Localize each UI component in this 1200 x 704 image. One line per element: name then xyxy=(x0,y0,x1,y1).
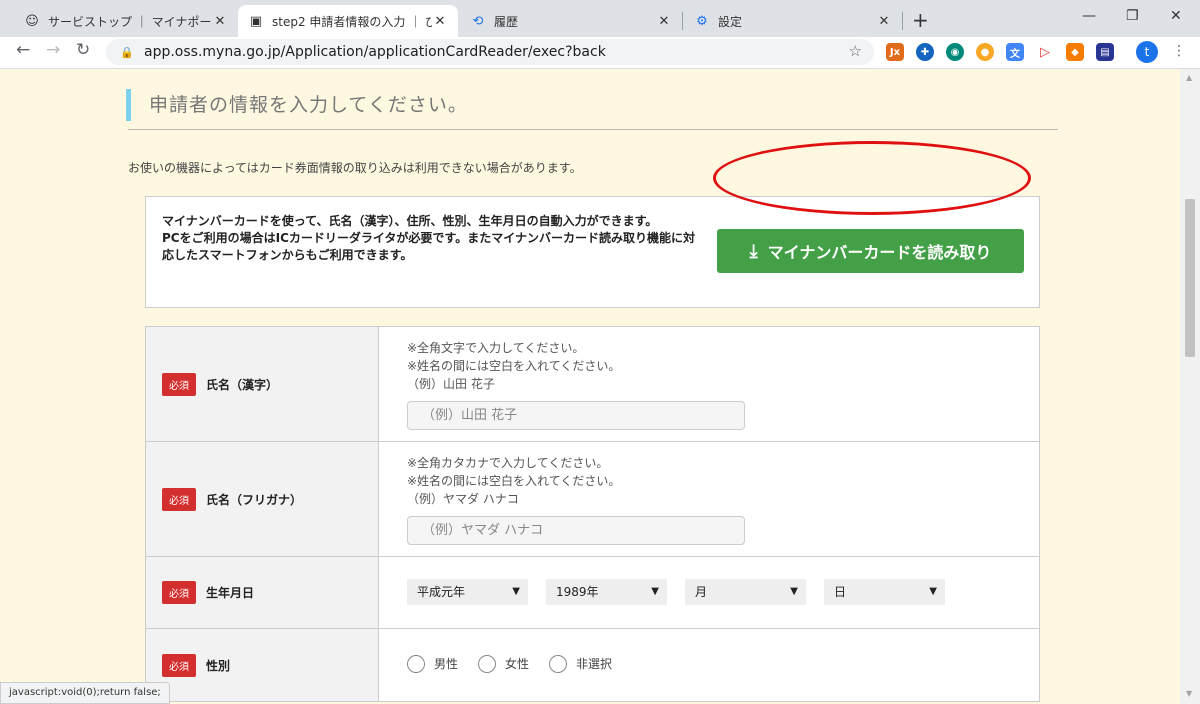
new-tab-plus-icon[interactable]: + xyxy=(912,8,929,32)
profile-avatar[interactable]: t xyxy=(1136,41,1158,63)
form-row-gender: 必須 性別 男性 女性 非選択 xyxy=(146,629,1039,701)
history-icon: ⟲ xyxy=(472,13,484,29)
restore-icon[interactable]: ❐ xyxy=(1126,8,1139,24)
tab-settings[interactable]: ⚙ 設定 ✕ xyxy=(684,5,902,37)
field-value: 男性 女性 非選択 xyxy=(379,629,1039,701)
page-scrollbar[interactable]: ▲ ▼ xyxy=(1180,69,1200,704)
kebab-menu-icon[interactable]: ⋮ xyxy=(1172,43,1186,59)
reload-icon[interactable]: ↻ xyxy=(76,40,90,60)
back-arrow-icon[interactable]: ← xyxy=(16,40,30,60)
cookie-extension-icon[interactable]: ● xyxy=(976,43,994,61)
gender-radio-male[interactable]: 男性 xyxy=(407,655,458,673)
name-kana-input[interactable]: （例）ヤマダ ハナコ xyxy=(407,516,745,545)
tab-strip: ☺ サービストップ ｜ マイナポータル ✕ ▣ step2 申請者情報の入力 ｜… xyxy=(0,0,1200,37)
forward-arrow-icon[interactable]: → xyxy=(46,40,60,60)
tab-myna-portal[interactable]: ☺ サービストップ ｜ マイナポータル ✕ xyxy=(14,5,238,37)
device-notice: お使いの機器によってはカード券面情報の取り込みは利用できない場合があります。 xyxy=(128,161,582,175)
applicant-form: 必須 氏名（漢字） ※全角文字で入力してください。 ※姓名の間には空白を入れてく… xyxy=(145,326,1040,702)
window-close-icon[interactable]: ✕ xyxy=(1170,8,1182,24)
arrow-extension-icon[interactable]: ▷ xyxy=(1036,43,1054,61)
metamask-extension-icon[interactable]: ◆ xyxy=(1066,43,1084,61)
caret-down-icon: ▼ xyxy=(929,586,937,597)
gender-radio-unselected[interactable]: 非選択 xyxy=(549,655,612,673)
oss-icon: ▣ xyxy=(249,13,263,29)
heading-divider xyxy=(128,129,1058,130)
field-value: 平成元年 ▼ 1989年 ▼ 月 ▼ 日 ▼ xyxy=(379,557,1039,628)
caret-down-icon: ▼ xyxy=(790,586,798,597)
era-select[interactable]: 平成元年 ▼ xyxy=(407,579,528,605)
field-label: 必須 性別 xyxy=(146,629,379,701)
form-row-name-kanji: 必須 氏名（漢字） ※全角文字で入力してください。 ※姓名の間には空白を入れてく… xyxy=(146,327,1039,442)
gear-icon: ⚙ xyxy=(696,13,708,29)
status-bar: javascript:void(0);return false; xyxy=(0,682,170,704)
required-badge: 必須 xyxy=(162,372,196,396)
minimize-icon[interactable]: — xyxy=(1082,8,1096,24)
download-icon: ⤓ xyxy=(749,240,758,262)
translate-extension-icon[interactable]: 文 xyxy=(1006,43,1024,61)
scroll-up-arrow-icon[interactable]: ▲ xyxy=(1186,73,1192,82)
field-value: ※全角文字で入力してください。 ※姓名の間には空白を入れてください。 （例）山田… xyxy=(379,327,1039,441)
extension-icon[interactable]: ✚ xyxy=(916,43,934,61)
name-kanji-input[interactable]: （例）山田 花子 xyxy=(407,401,745,430)
close-icon[interactable]: ✕ xyxy=(876,14,892,29)
jx-extension-icon[interactable]: Jx xyxy=(886,43,904,61)
close-icon[interactable]: ✕ xyxy=(432,14,448,29)
required-badge: 必須 xyxy=(162,653,196,677)
form-row-name-kana: 必須 氏名（フリガナ） ※全角カタカナで入力してください。 ※姓名の間には空白を… xyxy=(146,442,1039,557)
tab-step2[interactable]: ▣ step2 申請者情報の入力 ｜ ぴった ✕ xyxy=(238,5,458,37)
radio-circle[interactable] xyxy=(478,655,497,673)
card-reader-description: マイナンバーカードを使って、氏名（漢字）、住所、性別、生年月日の自動入力ができま… xyxy=(162,214,695,262)
extension-icon[interactable]: ◉ xyxy=(946,43,964,61)
myna-portal-icon: ☺ xyxy=(25,13,39,29)
radio-circle[interactable] xyxy=(549,655,568,673)
address-url: app.oss.myna.go.jp/Application/applicati… xyxy=(144,44,606,60)
form-row-birthdate: 必須 生年月日 平成元年 ▼ 1989年 ▼ 月 ▼ 日 ▼ xyxy=(146,557,1039,629)
required-badge: 必須 xyxy=(162,487,196,511)
caret-down-icon: ▼ xyxy=(651,586,659,597)
radio-circle[interactable] xyxy=(407,655,425,673)
close-icon[interactable]: ✕ xyxy=(212,14,228,29)
field-label: 必須 氏名（フリガナ） xyxy=(146,442,379,556)
caret-down-icon: ▼ xyxy=(512,586,520,597)
field-label: 必須 氏名（漢字） xyxy=(146,327,379,441)
scroll-down-arrow-icon[interactable]: ▼ xyxy=(1186,689,1192,698)
close-icon[interactable]: ✕ xyxy=(656,14,672,29)
tab-divider xyxy=(682,12,683,30)
extension-icon[interactable]: ▤ xyxy=(1096,43,1114,61)
tab-divider xyxy=(902,12,903,30)
highlight-ellipse xyxy=(713,141,1031,215)
gender-radio-female[interactable]: 女性 xyxy=(478,655,529,673)
month-select[interactable]: 月 ▼ xyxy=(685,579,806,605)
page-heading: 申請者の情報を入力してください。 xyxy=(126,89,468,121)
scrollbar-thumb[interactable] xyxy=(1185,199,1195,357)
tab-history[interactable]: ⟲ 履歴 ✕ xyxy=(460,5,682,37)
address-bar[interactable]: 🔒 app.oss.myna.go.jp/Application/applica… xyxy=(106,39,874,65)
required-badge: 必須 xyxy=(162,581,196,604)
bookmark-star-icon[interactable]: ☆ xyxy=(849,42,862,60)
day-select[interactable]: 日 ▼ xyxy=(824,579,945,605)
year-select[interactable]: 1989年 ▼ xyxy=(546,579,667,605)
field-label: 必須 生年月日 xyxy=(146,557,379,628)
read-mynumber-card-button[interactable]: ⤓ マイナンバーカードを読み取り xyxy=(717,229,1024,273)
browser-toolbar: ← → ↻ 🔒 app.oss.myna.go.jp/Application/a… xyxy=(0,37,1200,69)
lock-icon: 🔒 xyxy=(120,45,134,59)
field-value: ※全角カタカナで入力してください。 ※姓名の間には空白を入れてください。 （例）… xyxy=(379,442,1039,556)
